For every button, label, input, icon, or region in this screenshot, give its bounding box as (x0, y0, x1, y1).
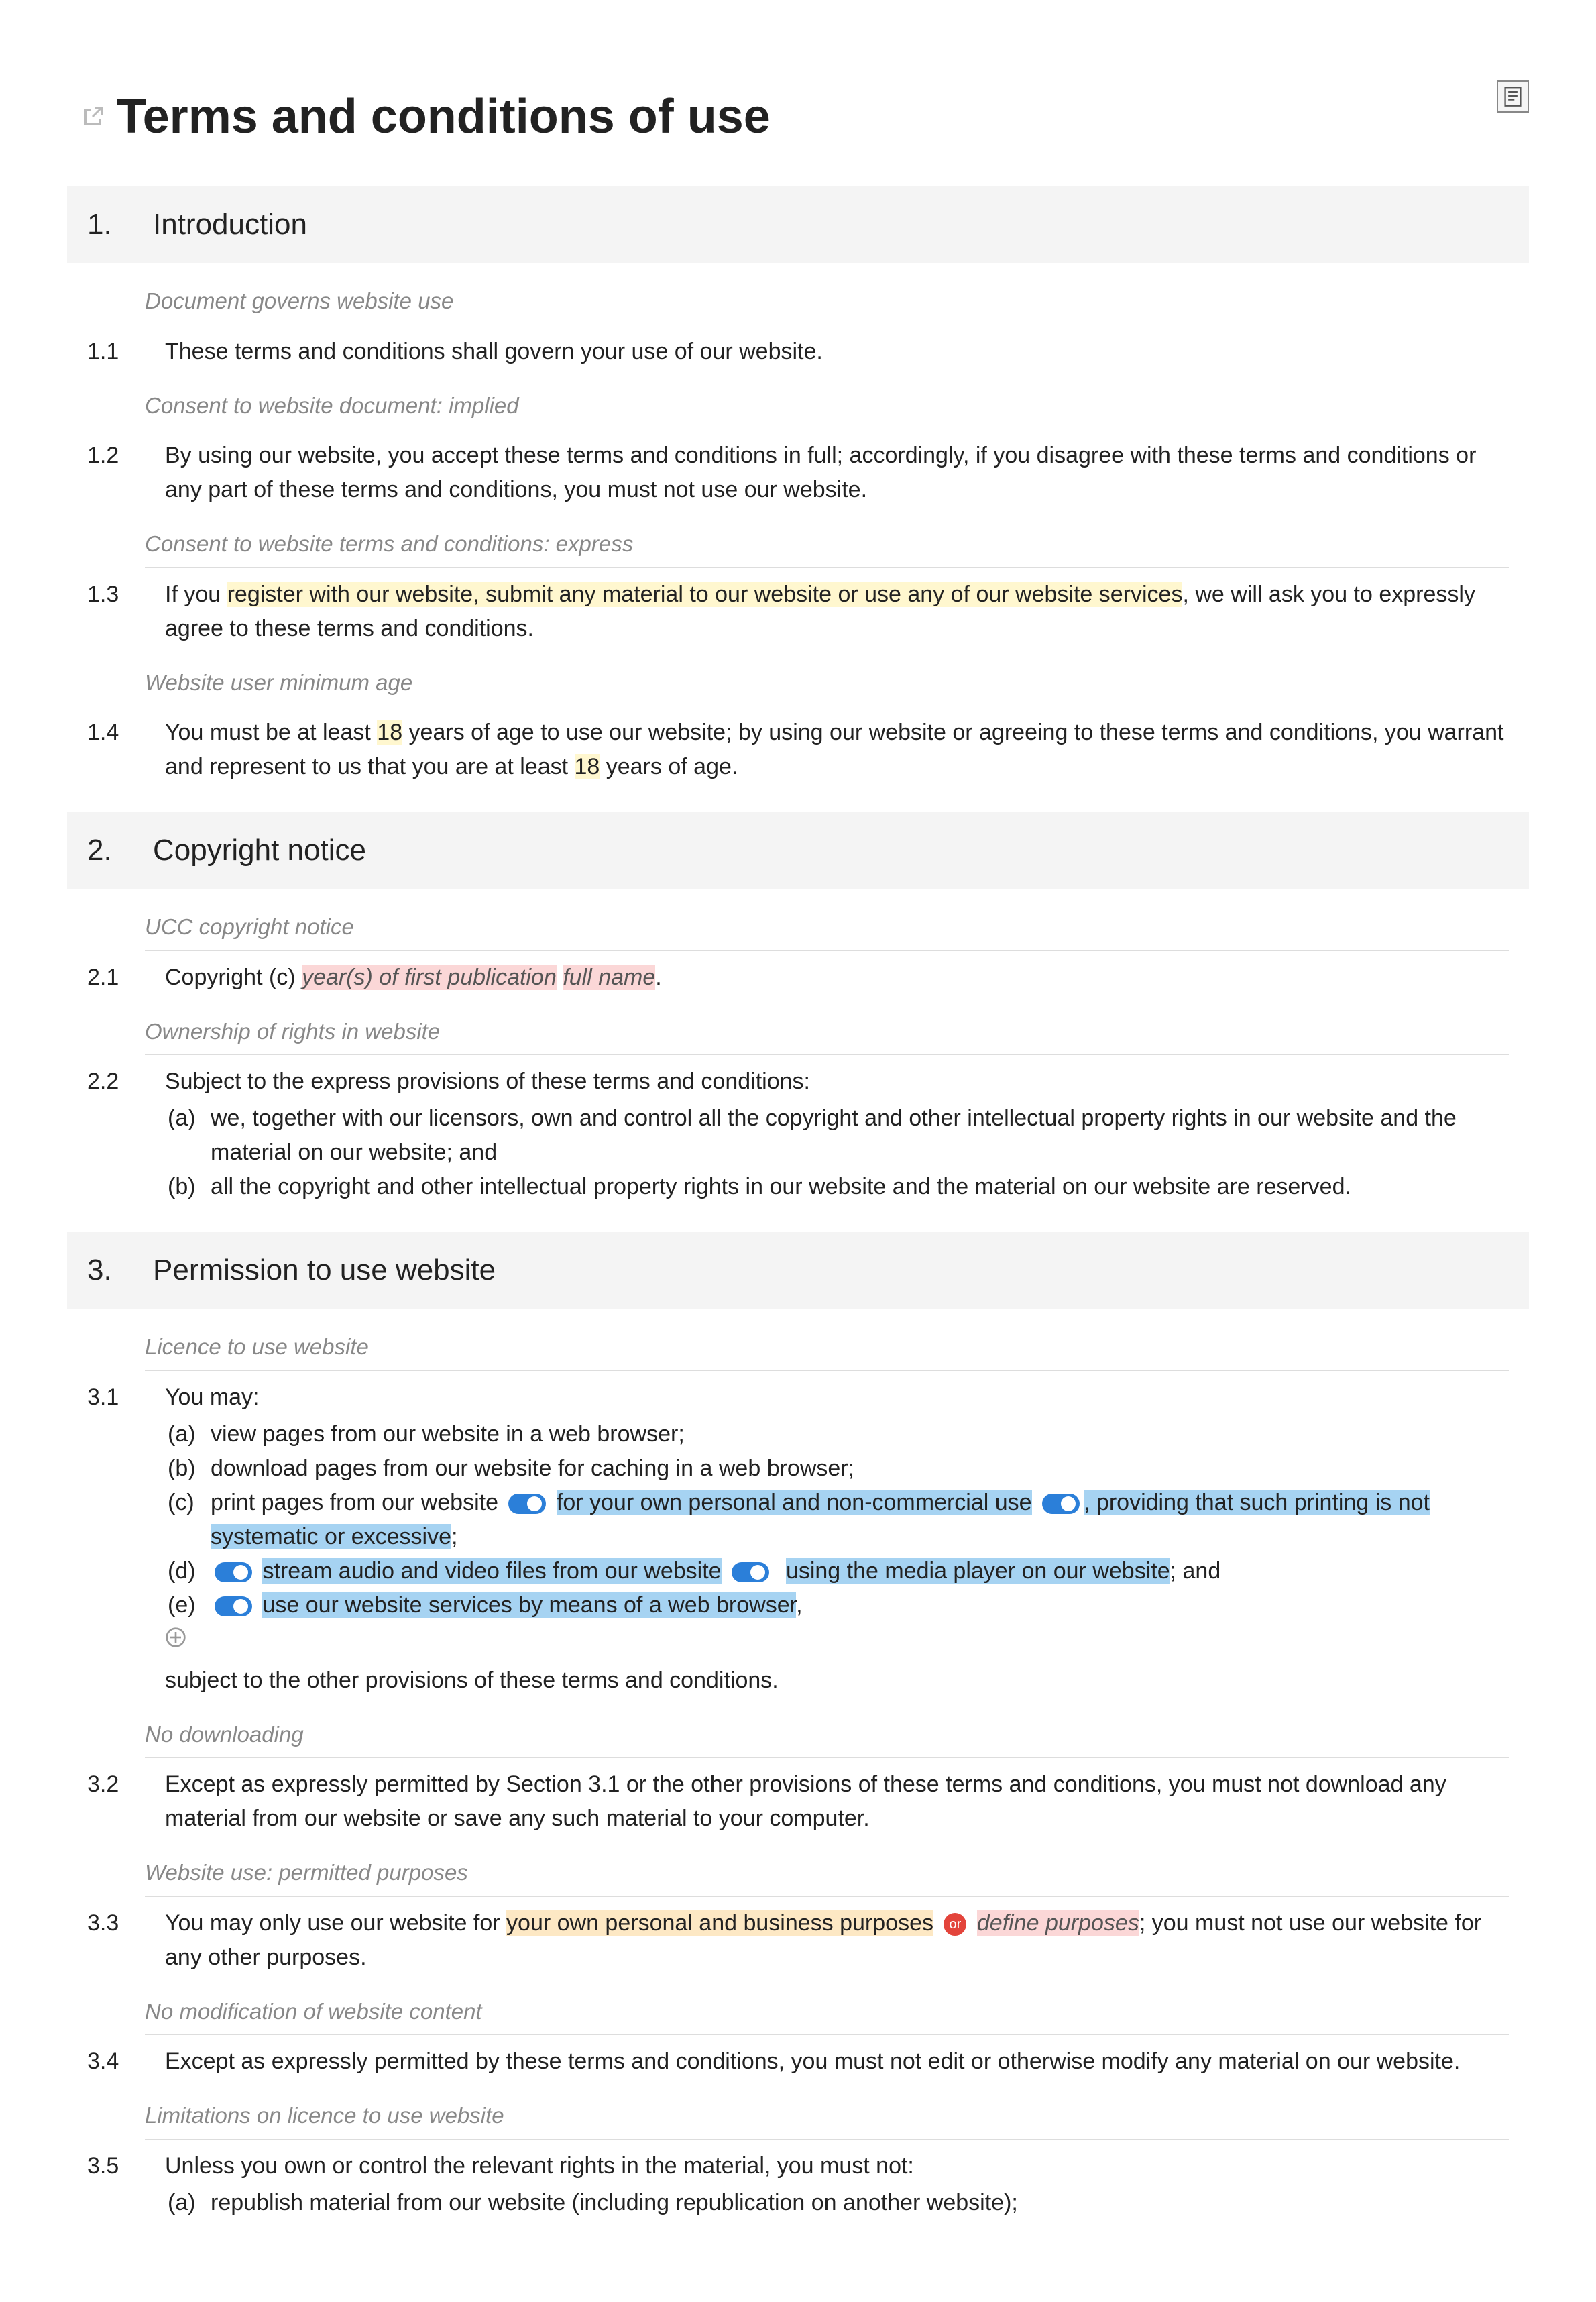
toggle-icon[interactable] (215, 1596, 252, 1616)
sub-clause-letter: (e) (168, 1588, 200, 1623)
sub-clause-text: print pages from our website for your ow… (211, 1486, 1509, 1554)
section-header: 1. Introduction (67, 186, 1529, 263)
clause-body: Except as expressly permitted by these t… (165, 2044, 1509, 2079)
clause-annotation: Consent to website document: implied (145, 384, 1509, 430)
section-title: Permission to use website (153, 1248, 496, 1293)
clause-body: You may only use our website for your ow… (165, 1906, 1509, 1975)
clause-annotation: No downloading (145, 1712, 1509, 1759)
clause-body: You must be at least 18 years of age to … (165, 716, 1509, 784)
section-title: Copyright notice (153, 828, 366, 873)
sub-clause-text: use our website services by means of a w… (211, 1588, 803, 1623)
page-title: Terms and conditions of use (117, 80, 771, 153)
section: 3. Permission to use website Licence to us… (67, 1232, 1529, 2235)
insert-icon[interactable] (165, 1627, 186, 1648)
sub-clause-letter: (b) (168, 1451, 200, 1486)
clause-annotation: Document governs website use (145, 279, 1509, 325)
clause-row: 2.2 Subject to the express provisions of … (67, 1064, 1529, 1219)
clause-number: 1.4 (87, 716, 141, 784)
section-number: 2. (87, 828, 121, 873)
sub-clause-text: we, together with our licensors, own and… (211, 1101, 1509, 1170)
clause-body: If you register with our website, submit… (165, 578, 1509, 646)
clause-number: 3.3 (87, 1906, 141, 1975)
clause-row: 1.4 You must be at least 18 years of age … (67, 716, 1529, 799)
clause-annotation: UCC copyright notice (145, 905, 1509, 951)
sub-clause-text: download pages from our website for cach… (211, 1451, 854, 1486)
clause-row: 1.1 These terms and conditions shall gove… (67, 335, 1529, 384)
clause-body: Subject to the express provisions of the… (165, 1064, 1509, 1204)
clause-row: 1.3 If you register with our website, sub… (67, 578, 1529, 661)
clause-annotation: No modification of website content (145, 1989, 1509, 2036)
section-number: 3. (87, 1248, 121, 1293)
sub-clause: (a) we, together with our licensors, own … (165, 1101, 1509, 1170)
sub-clause: (b) all the copyright and other intellect… (165, 1170, 1509, 1204)
sub-clause-letter: (a) (168, 1417, 200, 1451)
toggle-icon[interactable] (1042, 1494, 1080, 1514)
section-number: 1. (87, 203, 121, 247)
sub-clause-letter: (a) (168, 1101, 200, 1136)
clause-row: 3.1 You may:(a)view pages from our websit… (67, 1380, 1529, 1712)
clause-body: Copyright (c) year(s) of first publicati… (165, 961, 1509, 995)
clause-tail: subject to the other provisions of these… (165, 1663, 1509, 1698)
toggle-icon[interactable] (215, 1562, 252, 1582)
toggle-icon[interactable] (732, 1562, 769, 1582)
or-badge: or (944, 1913, 966, 1936)
section: 2.Copyright noticeUCC copyright notice2.… (67, 812, 1529, 1219)
clause-number: 1.1 (87, 335, 141, 369)
sub-clause: (e) use our website services by means of… (165, 1588, 1509, 1623)
sub-clause-text: all the copyright and other intellectual… (211, 1170, 1351, 1204)
clause-row: 3.2 Except as expressly permitted by Sect… (67, 1767, 1529, 1851)
toggle-icon[interactable] (508, 1494, 546, 1514)
clause-row: 2.1 Copyright (c) year(s) of first public… (67, 961, 1529, 1009)
clause-number: 1.2 (87, 439, 141, 507)
sub-clause-text: republish material from our website (inc… (211, 2186, 1018, 2220)
sub-clause-text: view pages from our website in a web bro… (211, 1417, 685, 1451)
clause-body: Unless you own or control the relevant r… (165, 2149, 1509, 2220)
external-link-icon (80, 105, 105, 129)
sub-clause-letter: (c) (168, 1486, 200, 1520)
sub-clause: (a) republish material from our website (… (165, 2186, 1509, 2220)
sub-clause-letter: (d) (168, 1554, 200, 1588)
sub-clause: (b) download pages from our website for c… (165, 1451, 1509, 1486)
sub-clause-text: stream audio and video files from our we… (211, 1554, 1220, 1588)
sub-clause-letter: (b) (168, 1170, 200, 1204)
clause-number: 3.2 (87, 1767, 141, 1836)
clause-number: 3.4 (87, 2044, 141, 2079)
clause-number: 3.5 (87, 2149, 141, 2220)
clause-annotation: Licence to use website (145, 1325, 1509, 1371)
clause-annotation: Limitations on licence to use website (145, 2093, 1509, 2140)
document-outline-icon[interactable] (1497, 80, 1529, 113)
clause-number: 2.2 (87, 1064, 141, 1204)
section-title: Introduction (153, 203, 307, 247)
section-header: 2. Copyright notice (67, 812, 1529, 889)
sub-clause: (a) view pages from our website in a web … (165, 1417, 1509, 1451)
sub-clause-letter: (a) (168, 2186, 200, 2220)
clause-annotation: Consent to website terms and conditions:… (145, 522, 1509, 568)
clause-annotation: Website user minimum age (145, 661, 1509, 707)
section-header: 3. Permission to use website (67, 1232, 1529, 1309)
clause-body: These terms and conditions shall govern … (165, 335, 1509, 369)
sub-clause: (d) stream audio and video files from ou… (165, 1554, 1509, 1588)
clause-row: 1.2 By using our website, you accept thes… (67, 439, 1529, 522)
clause-number: 3.1 (87, 1380, 141, 1698)
clause-annotation: Ownership of rights in website (145, 1009, 1509, 1056)
section: 1. Introduction Document governs website u… (67, 186, 1529, 799)
sub-clause: (c) print pages from our website for your… (165, 1486, 1509, 1554)
clause-row: 3.3 You may only use our website for your… (67, 1906, 1529, 1989)
clause-number: 1.3 (87, 578, 141, 646)
clause-annotation: Website use: permitted purposes (145, 1851, 1509, 1897)
clause-number: 2.1 (87, 961, 141, 995)
clause-body: Except as expressly permitted by Section… (165, 1767, 1509, 1836)
clause-row: 3.4 Except as expressly permitted by thes… (67, 2044, 1529, 2093)
clause-body: You may:(a)view pages from our website i… (165, 1380, 1509, 1698)
clause-row: 3.5 Unless you own or control the relevan… (67, 2149, 1529, 2235)
clause-body: By using our website, you accept these t… (165, 439, 1509, 507)
